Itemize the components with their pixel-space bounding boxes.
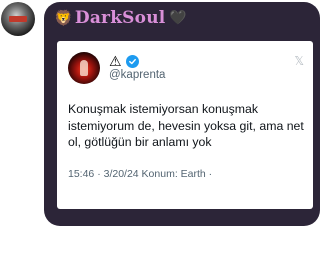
tweet-text: Konuşmak istemiyorsan konuşmak istemiyor… bbox=[68, 102, 304, 149]
tweet-author-avatar[interactable] bbox=[68, 52, 100, 84]
lion-emoji-icon: 🦁 bbox=[54, 8, 73, 27]
sender-avatar[interactable] bbox=[1, 2, 35, 36]
tweet-author-handle[interactable]: @kaprenta bbox=[109, 69, 165, 81]
x-logo-icon: 𝕏 bbox=[294, 54, 304, 68]
avatar-figure bbox=[80, 60, 88, 76]
message-bubble[interactable]: 🦁 DarkSoul 🖤 ⚠ @kaprenta 𝕏 Konuşmak iste… bbox=[44, 2, 320, 226]
black-heart-emoji-icon: 🖤 bbox=[169, 10, 188, 26]
sender-name[interactable]: DarkSoul bbox=[75, 8, 166, 28]
tweet-card[interactable]: ⚠ @kaprenta 𝕏 Konuşmak istemiyorsan konu… bbox=[57, 41, 313, 209]
verified-badge-icon bbox=[125, 54, 139, 68]
sender-name-row[interactable]: 🦁 DarkSoul 🖤 bbox=[54, 8, 187, 28]
tweet-metadata: 15:46 · 3/20/24 Konum: Earth · bbox=[68, 168, 213, 180]
warning-triangle-icon: ⚠ bbox=[109, 53, 122, 69]
avatar-decoration bbox=[9, 16, 27, 22]
tweet-author-name[interactable]: ⚠ bbox=[109, 54, 139, 68]
